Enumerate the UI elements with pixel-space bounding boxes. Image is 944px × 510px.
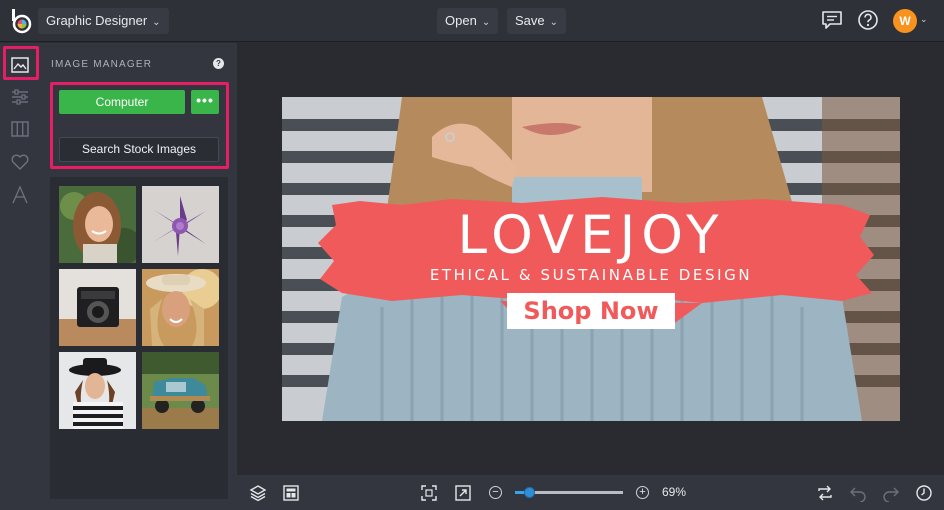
brand-title[interactable]: LOVEJOY (282, 204, 900, 268)
zoom-in-button[interactable]: + (636, 486, 649, 499)
chevron-down-icon: ⌄ (481, 17, 491, 28)
design-canvas[interactable]: LOVEJOY ETHICAL & SUSTAINABLE DESIGN Sho… (282, 97, 900, 421)
mode-dropdown[interactable]: Graphic Designer ⌄ (38, 8, 169, 34)
image-gallery (50, 177, 228, 499)
flip-icon[interactable] (816, 484, 834, 502)
history-icon[interactable] (915, 484, 933, 502)
panel-title: IMAGE MANAGER (51, 59, 153, 70)
befunky-logo-icon[interactable] (9, 8, 33, 34)
thumbnail-image (59, 269, 136, 346)
open-dropdown[interactable]: Open ⌄ (437, 8, 499, 34)
help-icon[interactable] (857, 9, 879, 31)
thumbnail-woman-hat-sunlight[interactable] (142, 269, 219, 346)
thumbnail-image (59, 352, 136, 429)
zoom-out-button[interactable]: − (489, 486, 502, 499)
chevron-down-icon[interactable]: ⌄ (920, 14, 928, 25)
save-dropdown-label: Save (515, 13, 545, 28)
thumbnail-woman-black-hat[interactable] (59, 352, 136, 429)
thumbnail-succulent[interactable] (142, 186, 219, 263)
sidebar-rail (0, 43, 41, 510)
highlight-annotation-buttons (50, 82, 229, 169)
top-bar: Graphic Designer ⌄ Open ⌄ Save ⌄ W ⌄ (0, 0, 944, 42)
thumbnail-camera[interactable] (59, 269, 136, 346)
chevron-down-icon: ⌄ (152, 17, 161, 28)
save-dropdown[interactable]: Save ⌄ (507, 8, 567, 34)
zoom-level: 69% (662, 485, 687, 499)
thumbnail-image (59, 186, 136, 263)
thumbnail-image (142, 269, 219, 346)
layers-icon[interactable] (249, 484, 267, 502)
user-avatar[interactable]: W (893, 9, 917, 33)
undo-icon[interactable] (849, 484, 867, 502)
fit-to-screen-icon[interactable] (420, 484, 438, 502)
shop-now-button[interactable]: Shop Now (507, 293, 675, 329)
thumbnail-image (142, 352, 219, 429)
open-dropdown-label: Open (445, 13, 477, 28)
template-icon[interactable] (282, 484, 300, 502)
mode-dropdown-label: Graphic Designer (46, 13, 148, 28)
redo-icon[interactable] (882, 484, 900, 502)
comments-icon[interactable] (821, 9, 843, 31)
heart-icon[interactable] (9, 151, 31, 173)
chevron-down-icon: ⌄ (549, 17, 559, 28)
zoom-slider-handle[interactable] (524, 487, 535, 498)
adjust-sliders-icon[interactable] (9, 86, 31, 108)
highlight-annotation-rail (3, 46, 39, 80)
layout-columns-icon[interactable] (9, 118, 31, 140)
text-icon[interactable] (9, 184, 31, 206)
thumbnail-vintage-truck[interactable] (142, 352, 219, 429)
thumbnail-woman-smiling[interactable] (59, 186, 136, 263)
question-icon[interactable]: ? (213, 58, 224, 69)
thumbnail-image (142, 186, 219, 263)
tagline[interactable]: ETHICAL & SUSTAINABLE DESIGN (282, 266, 900, 284)
actual-size-icon[interactable] (454, 484, 472, 502)
